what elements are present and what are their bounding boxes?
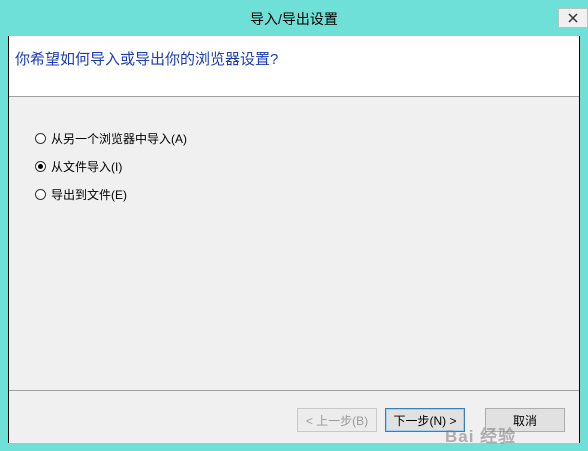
cancel-button[interactable]: 取消 bbox=[485, 408, 565, 432]
option-import-from-browser[interactable]: 从另一个浏览器中导入(A) bbox=[35, 130, 187, 146]
radio-button[interactable] bbox=[35, 188, 46, 200]
radio-button-selected[interactable] bbox=[35, 160, 46, 172]
back-button[interactable]: < 上一步(B) bbox=[297, 408, 377, 432]
close-icon bbox=[568, 13, 578, 23]
header-divider bbox=[9, 96, 579, 97]
footer-divider bbox=[9, 390, 579, 391]
option-label: 从另一个浏览器中导入(A) bbox=[51, 131, 187, 146]
next-button[interactable]: 下一步(N) > bbox=[385, 408, 465, 432]
window-title: 导入/导出设置 bbox=[250, 11, 338, 27]
title-bar[interactable]: 导入/导出设置 bbox=[0, 0, 588, 36]
option-import-from-file[interactable]: 从文件导入(I) bbox=[35, 158, 122, 174]
page-question: 你希望如何导入或导出你的浏览器设置? bbox=[15, 51, 279, 68]
radio-dot bbox=[38, 163, 43, 169]
option-label: 导出到文件(E) bbox=[51, 187, 127, 202]
option-label: 从文件导入(I) bbox=[51, 159, 123, 174]
dialog-body: 你希望如何导入或导出你的浏览器设置? 从另一个浏览器中导入(A) 从文件导入(I… bbox=[8, 36, 580, 446]
close-button[interactable] bbox=[558, 8, 588, 28]
dialog-header: 你希望如何导入或导出你的浏览器设置? bbox=[9, 36, 579, 96]
option-export-to-file[interactable]: 导出到文件(E) bbox=[35, 186, 127, 202]
radio-button[interactable] bbox=[35, 132, 46, 144]
import-export-dialog: 导入/导出设置 你希望如何导入或导出你的浏览器设置? 从另一个浏览器中导入(A)… bbox=[0, 0, 588, 451]
